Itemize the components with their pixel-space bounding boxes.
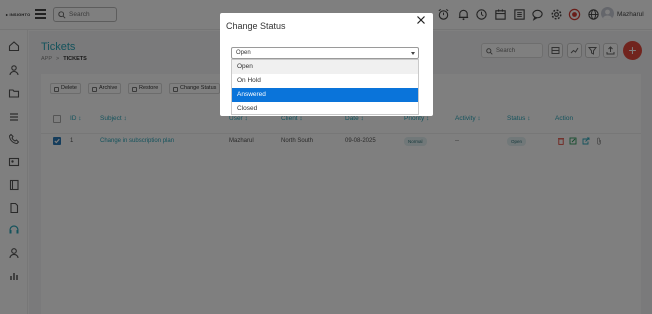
- chevron-down-icon: [411, 52, 415, 55]
- status-select[interactable]: Open: [231, 47, 419, 59]
- status-options-list: Open On Hold Answered Closed: [231, 59, 419, 115]
- modal-title: Change Status: [226, 21, 286, 31]
- status-option-open[interactable]: Open: [232, 60, 418, 74]
- status-select-value: Open: [236, 50, 251, 56]
- close-icon[interactable]: [416, 15, 426, 25]
- status-option-closed[interactable]: Closed: [232, 102, 418, 116]
- status-option-on-hold[interactable]: On Hold: [232, 74, 418, 88]
- change-status-modal: Change Status Open Open On Hold Answered…: [220, 13, 433, 116]
- status-option-answered[interactable]: Answered: [232, 88, 418, 102]
